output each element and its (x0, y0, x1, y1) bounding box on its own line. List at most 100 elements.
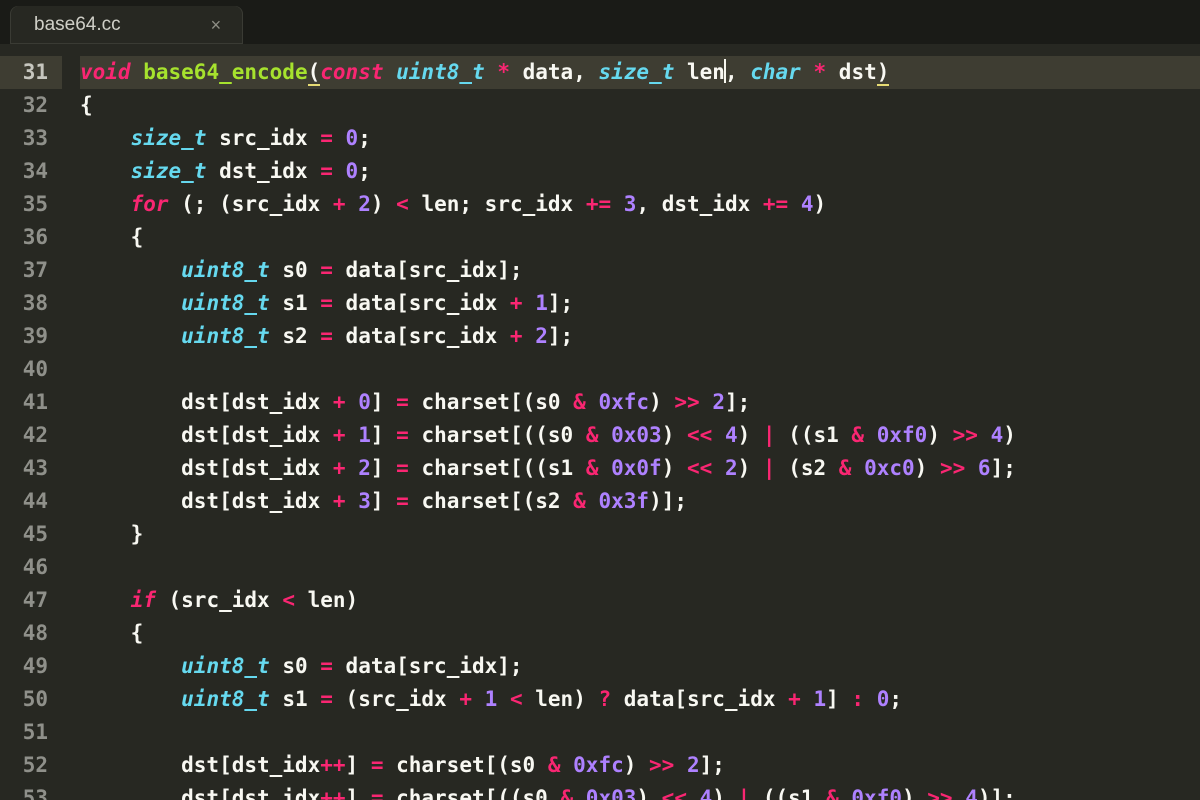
token-num: 2 (712, 390, 725, 414)
token-op: >> (940, 456, 965, 480)
token-pn (131, 60, 144, 84)
token-num: 0x3f (598, 489, 649, 513)
token-pn (561, 753, 574, 777)
token-num: 0 (346, 159, 359, 183)
token-pn: dst[dst_idx (80, 390, 333, 414)
token-pn (346, 423, 359, 447)
token-pn (801, 60, 814, 84)
line-number: 34 (0, 155, 62, 188)
line-number: 42 (0, 419, 62, 452)
token-pn: ) (738, 423, 763, 447)
token-id: s0 (270, 258, 321, 282)
token-pn (80, 324, 181, 348)
line-number: 47 (0, 584, 62, 617)
token-pn (383, 60, 396, 84)
code-line[interactable]: uint8_t s0 = data[src_idx]; (80, 650, 1200, 683)
code-line[interactable]: { (80, 221, 1200, 254)
line-number: 50 (0, 683, 62, 716)
code-line[interactable]: size_t dst_idx = 0; (80, 155, 1200, 188)
code-line[interactable]: } (80, 518, 1200, 551)
token-id: dst (839, 60, 877, 84)
code-line[interactable]: uint8_t s0 = data[src_idx]; (80, 254, 1200, 287)
code-line[interactable]: uint8_t s2 = data[src_idx + 2]; (80, 320, 1200, 353)
token-num: 4 (965, 786, 978, 800)
token-pn (687, 786, 700, 800)
token-pn: ) (902, 786, 927, 800)
line-number: 44 (0, 485, 62, 518)
code-line[interactable]: { (80, 617, 1200, 650)
token-pn: , (725, 60, 750, 84)
token-pn (346, 489, 359, 513)
token-pn: { (80, 93, 93, 117)
token-pn: data[src_idx]; (333, 654, 523, 678)
code-area[interactable]: void base64_encode(const uint8_t * data,… (62, 44, 1200, 800)
token-pn: , (573, 60, 598, 84)
token-pn (712, 423, 725, 447)
token-op: << (662, 786, 687, 800)
line-number-gutter: 3132333435363738394041424344454647484950… (0, 44, 62, 800)
token-pn (674, 753, 687, 777)
token-id: dst_idx (206, 159, 320, 183)
token-pn: ] (346, 786, 371, 800)
code-line[interactable]: dst[dst_idx + 0] = charset[(s0 & 0xfc) >… (80, 386, 1200, 419)
token-op: + (510, 291, 523, 315)
token-pn (510, 60, 523, 84)
token-op: += (763, 192, 788, 216)
code-line[interactable]: { (80, 89, 1200, 122)
token-op: + (333, 423, 346, 447)
close-icon[interactable]: × (211, 16, 222, 34)
token-op: >> (927, 786, 952, 800)
token-pn (80, 258, 181, 282)
token-op: < (396, 192, 409, 216)
code-line[interactable]: dst[dst_idx++] = charset[(s0 & 0xfc) >> … (80, 749, 1200, 782)
token-num: 3 (624, 192, 637, 216)
token-pn: { (80, 225, 143, 249)
token-id: s1 (270, 291, 321, 315)
token-num: 0x03 (611, 423, 662, 447)
code-line[interactable]: dst[dst_idx + 3] = charset[(s2 & 0x3f)]; (80, 485, 1200, 518)
line-number: 35 (0, 188, 62, 221)
token-pn (346, 456, 359, 480)
token-num: 2 (687, 753, 700, 777)
token-pn: ]; (725, 390, 750, 414)
code-line[interactable]: uint8_t s1 = data[src_idx + 1]; (80, 287, 1200, 320)
code-line[interactable]: dst[dst_idx++] = charset[((s0 & 0x03) <<… (80, 782, 1200, 800)
token-op: + (333, 192, 346, 216)
token-pn: (src_idx (333, 687, 459, 711)
token-pn: ; (358, 159, 371, 183)
token-pn: ]; (548, 324, 573, 348)
token-op: = (396, 456, 409, 480)
token-pn: ; (889, 687, 902, 711)
token-pn (598, 456, 611, 480)
code-line[interactable]: uint8_t s1 = (src_idx + 1 < len) ? data[… (80, 683, 1200, 716)
code-line[interactable]: dst[dst_idx + 1] = charset[((s0 & 0x03) … (80, 419, 1200, 452)
token-pn: len) (523, 687, 599, 711)
code-line[interactable]: if (src_idx < len) (80, 584, 1200, 617)
code-line[interactable]: dst[dst_idx + 2] = charset[((s1 & 0x0f) … (80, 452, 1200, 485)
line-number: 36 (0, 221, 62, 254)
token-pn: ) (712, 786, 737, 800)
code-line[interactable] (80, 551, 1200, 584)
token-pn (80, 126, 131, 150)
code-line[interactable]: for (; (src_idx + 2) < len; src_idx += 3… (80, 188, 1200, 221)
token-pn (674, 60, 687, 84)
token-pn (801, 687, 814, 711)
token-num: 2 (358, 456, 371, 480)
token-pn: dst[dst_idx (80, 786, 320, 800)
token-num: 2 (535, 324, 548, 348)
code-line[interactable] (80, 716, 1200, 749)
token-pn (346, 192, 359, 216)
token-pn: ) (662, 456, 687, 480)
token-num: 2 (725, 456, 738, 480)
token-num: 2 (358, 192, 371, 216)
token-pn: ) (662, 423, 687, 447)
line-number: 37 (0, 254, 62, 287)
token-num: 6 (978, 456, 991, 480)
tab-active[interactable]: base64.cc × (10, 6, 243, 44)
token-op: * (497, 60, 510, 84)
code-line[interactable]: void base64_encode(const uint8_t * data,… (80, 56, 1200, 89)
code-line[interactable]: size_t src_idx = 0; (80, 122, 1200, 155)
token-op: = (320, 258, 333, 282)
token-op: = (320, 159, 333, 183)
code-line[interactable] (80, 353, 1200, 386)
